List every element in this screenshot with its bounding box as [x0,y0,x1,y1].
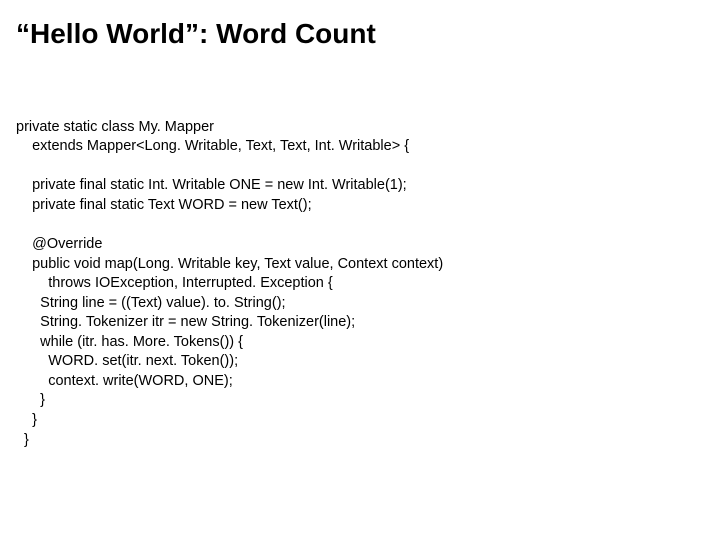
code-line: private final static Text WORD = new Tex… [16,197,312,213]
code-line: context. write(WORD, ONE); [16,373,233,389]
code-line: extends Mapper<Long. Writable, Text, Tex… [16,138,409,154]
code-line: public void map(Long. Writable key, Text… [16,256,443,272]
code-line: while (itr. has. More. Tokens()) { [16,334,243,350]
code-line: private final static Int. Writable ONE =… [16,177,407,193]
code-line: WORD. set(itr. next. Token()); [16,353,238,369]
slide-title: “Hello World”: Word Count [16,18,704,50]
code-line: @Override [16,236,102,252]
code-line: String line = ((Text) value). to. String… [16,295,286,311]
code-line: throws IOException, Interrupted. Excepti… [16,275,333,291]
code-line: } [16,432,29,448]
code-line: private static class My. Mapper [16,119,214,135]
code-line: } [16,412,37,428]
code-line: String. Tokenizer itr = new String. Toke… [16,314,355,330]
code-block: private static class My. Mapper extends … [16,98,704,450]
code-line: } [16,392,45,408]
